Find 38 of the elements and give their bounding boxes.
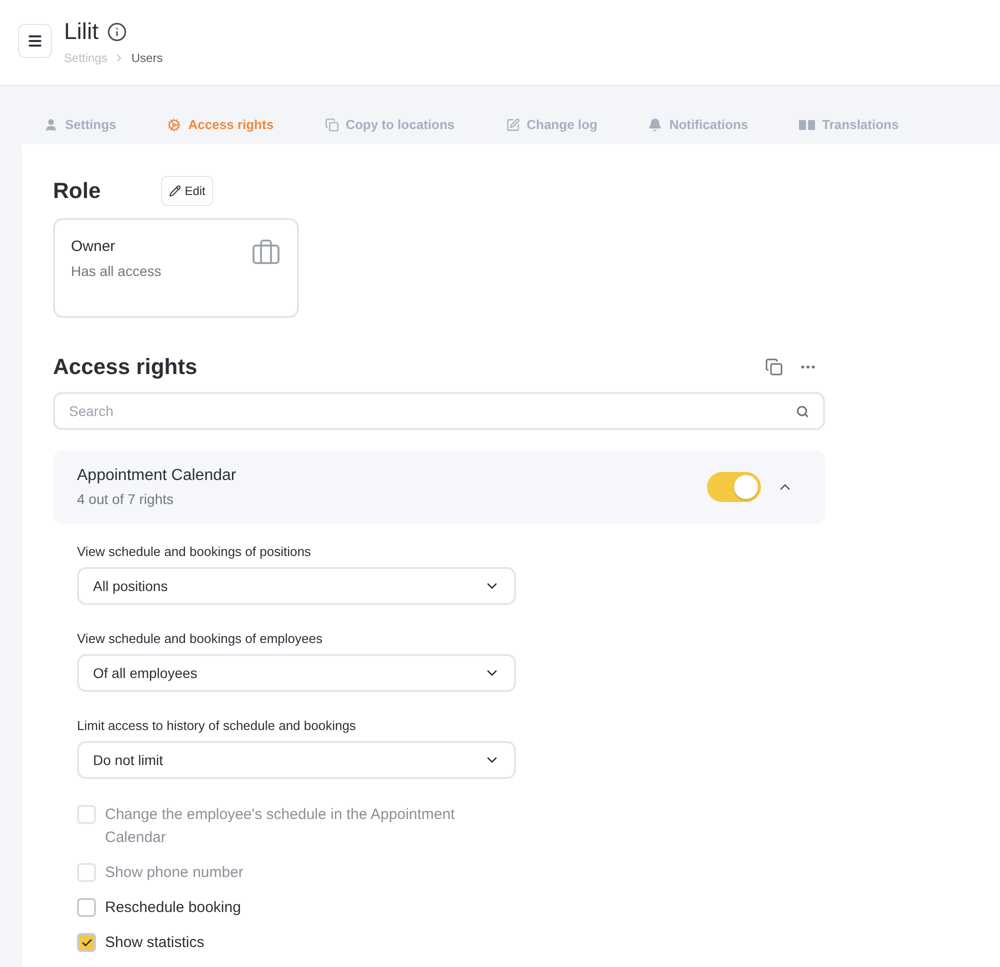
checkbox-label: Change the employee's schedule in the Appointment Calendar (105, 805, 456, 848)
checkbox-label: Show statistics (105, 933, 204, 953)
checkbox-label: Show phone number (105, 863, 244, 883)
dropdown-select[interactable]: Of all employees (77, 654, 516, 692)
role-description: Has all access (71, 263, 162, 279)
edit-button[interactable]: Edit (160, 176, 214, 206)
pencil-icon (168, 185, 181, 197)
section-heading: Role (53, 178, 101, 204)
menu-icon (27, 33, 43, 49)
section-heading: Access rights (53, 354, 198, 380)
role-card[interactable]: Owner Has all access (53, 218, 299, 318)
select-label: Limit access to history of schedule and bookings (77, 718, 357, 733)
tab-icon (167, 118, 182, 132)
group-name: Appointment Calendar (77, 467, 236, 485)
menu-button[interactable] (18, 24, 52, 58)
checkbox[interactable] (77, 898, 96, 917)
copy-icon[interactable] (765, 358, 783, 376)
translate-icon (799, 120, 816, 130)
tab-icon (648, 118, 662, 132)
group-summary: 4 out of 7 rights (77, 491, 175, 507)
breadcrumb-link[interactable]: Users (131, 51, 163, 65)
tab-icon (324, 118, 339, 132)
tab-icon (44, 118, 58, 132)
dropdown-select[interactable]: Do not limit (77, 741, 516, 779)
dropdown-select[interactable]: All positions (77, 567, 516, 605)
select-label: View schedule and bookings of positions (77, 544, 312, 559)
role-name: Owner (71, 238, 116, 255)
search-icon (796, 405, 809, 418)
tab-icon (506, 118, 520, 132)
page-title: Lilit (64, 18, 99, 45)
info-icon[interactable] (106, 22, 127, 42)
checkbox[interactable] (77, 933, 96, 952)
toggle-switch[interactable] (707, 472, 761, 502)
checkbox-label: Reschedule booking (105, 898, 241, 918)
select-label: View schedule and bookings of employees (77, 631, 324, 646)
check-icon (80, 936, 92, 948)
group-header[interactable]: Appointment Calendar 4 out of 7 rights (53, 450, 825, 524)
search-field[interactable]: Search (53, 392, 825, 430)
